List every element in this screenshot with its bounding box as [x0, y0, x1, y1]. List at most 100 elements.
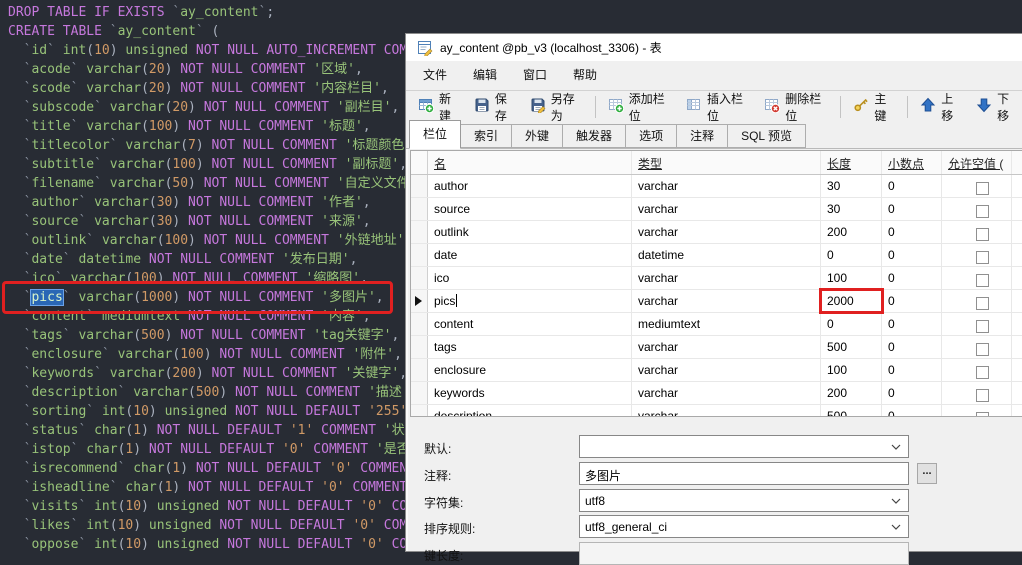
comment-input[interactable]: 多图片: [579, 462, 909, 485]
row-marker[interactable]: [411, 244, 428, 266]
table-row[interactable]: ico varchar 100 0: [411, 267, 1022, 290]
tab-triggers[interactable]: 触发器: [562, 124, 627, 148]
cell-name[interactable]: pics: [428, 290, 632, 312]
cell-length[interactable]: 30: [821, 175, 882, 197]
checkbox-allow-null[interactable]: [976, 366, 989, 379]
tab-options[interactable]: 选项: [625, 124, 678, 148]
cell-length[interactable]: 100: [821, 359, 882, 381]
cell-name[interactable]: date: [428, 244, 632, 266]
row-marker[interactable]: [411, 405, 428, 416]
insert-field-button[interactable]: 插入栏位: [679, 92, 757, 123]
tab-comment[interactable]: 注释: [676, 124, 729, 148]
save-as-button[interactable]: 另存为: [523, 92, 590, 123]
cell-type[interactable]: datetime: [632, 244, 821, 266]
cell-decimal[interactable]: 0: [882, 267, 942, 289]
delete-field-button[interactable]: 删除栏位: [757, 92, 835, 123]
row-marker[interactable]: [411, 336, 428, 358]
menu-item-help[interactable]: 帮助: [560, 61, 610, 90]
tab-sql-preview[interactable]: SQL 预览: [727, 124, 806, 148]
cell-type[interactable]: varchar: [632, 382, 821, 404]
column-header[interactable]: 类型: [632, 151, 821, 174]
cell-name[interactable]: ico: [428, 267, 632, 289]
cell-type[interactable]: mediumtext: [632, 313, 821, 335]
cell-decimal[interactable]: 0: [882, 244, 942, 266]
cell-type[interactable]: varchar: [632, 405, 821, 416]
table-row[interactable]: content mediumtext 0 0: [411, 313, 1022, 336]
row-marker[interactable]: [411, 175, 428, 197]
table-row[interactable]: tags varchar 500 0: [411, 336, 1022, 359]
table-row[interactable]: description varchar 500 0: [411, 405, 1022, 416]
checkbox-allow-null[interactable]: [976, 274, 989, 287]
cell-allow-null[interactable]: [942, 290, 1012, 312]
cell-decimal[interactable]: 0: [882, 221, 942, 243]
cell-allow-null[interactable]: [942, 221, 1012, 243]
row-marker[interactable]: [411, 198, 428, 220]
row-marker[interactable]: [411, 290, 428, 312]
collation-select[interactable]: utf8_general_ci: [579, 515, 909, 538]
cell-allow-null[interactable]: [942, 382, 1012, 404]
checkbox-allow-null[interactable]: [976, 320, 989, 333]
cell-length[interactable]: 200: [821, 382, 882, 404]
table-row[interactable]: enclosure varchar 100 0: [411, 359, 1022, 382]
cell-type[interactable]: varchar: [632, 221, 821, 243]
table-row[interactable]: date datetime 0 0: [411, 244, 1022, 267]
tab-fields[interactable]: 栏位: [409, 120, 462, 149]
cell-length[interactable]: 500: [821, 405, 882, 416]
table-row[interactable]: source varchar 30 0: [411, 198, 1022, 221]
cell-allow-null[interactable]: [942, 198, 1012, 220]
primary-key-button[interactable]: 主键: [846, 92, 902, 123]
row-marker[interactable]: [411, 359, 428, 381]
cell-name[interactable]: description: [428, 405, 632, 416]
cell-name[interactable]: source: [428, 198, 632, 220]
cell-decimal[interactable]: 0: [882, 359, 942, 381]
save-button[interactable]: 保存: [467, 92, 523, 123]
cell-allow-null[interactable]: [942, 359, 1012, 381]
table-row[interactable]: author varchar 30 0: [411, 175, 1022, 198]
cell-length[interactable]: 30: [821, 198, 882, 220]
row-marker[interactable]: [411, 221, 428, 243]
cell-length[interactable]: 200: [821, 221, 882, 243]
cell-length[interactable]: 0: [821, 244, 882, 266]
cell-decimal[interactable]: 0: [882, 313, 942, 335]
cell-type[interactable]: varchar: [632, 359, 821, 381]
cell-type[interactable]: varchar: [632, 198, 821, 220]
tab-indexes[interactable]: 索引: [460, 124, 513, 148]
menu-item-edit[interactable]: 编辑: [460, 61, 510, 90]
cell-decimal[interactable]: 0: [882, 175, 942, 197]
cell-name[interactable]: content: [428, 313, 632, 335]
table-row[interactable]: keywords varchar 200 0: [411, 382, 1022, 405]
key-length-input[interactable]: [579, 542, 909, 565]
charset-select[interactable]: utf8: [579, 489, 909, 512]
row-marker[interactable]: [411, 382, 428, 404]
cell-length[interactable]: 0: [821, 313, 882, 335]
table-row[interactable]: pics varchar 2000 0: [411, 288, 1022, 314]
tab-foreign-keys[interactable]: 外键: [511, 124, 564, 148]
cell-allow-null[interactable]: [942, 336, 1012, 358]
add-field-button[interactable]: 添加栏位: [601, 92, 679, 123]
cell-type[interactable]: varchar: [632, 175, 821, 197]
cell-decimal[interactable]: 0: [882, 336, 942, 358]
comment-more-button[interactable]: ...: [917, 463, 937, 484]
row-marker[interactable]: [411, 313, 428, 335]
cell-name[interactable]: enclosure: [428, 359, 632, 381]
checkbox-allow-null[interactable]: [976, 389, 989, 402]
cell-allow-null[interactable]: [942, 267, 1012, 289]
cell-type[interactable]: varchar: [632, 267, 821, 289]
cell-length[interactable]: 500: [821, 336, 882, 358]
new-button[interactable]: 新建: [411, 92, 467, 123]
checkbox-allow-null[interactable]: [976, 228, 989, 241]
cell-type[interactable]: varchar: [632, 336, 821, 358]
cell-allow-null[interactable]: [942, 175, 1012, 197]
column-header[interactable]: 允许空值 (: [942, 151, 1012, 174]
cell-type[interactable]: varchar: [632, 290, 821, 312]
checkbox-allow-null[interactable]: [976, 343, 989, 356]
cell-decimal[interactable]: 0: [882, 405, 942, 416]
move-down-button[interactable]: 下移: [969, 92, 1022, 123]
default-select[interactable]: [579, 435, 909, 458]
checkbox-allow-null[interactable]: [976, 182, 989, 195]
cell-name[interactable]: keywords: [428, 382, 632, 404]
cell-allow-null[interactable]: [942, 244, 1012, 266]
cell-name[interactable]: tags: [428, 336, 632, 358]
cell-decimal[interactable]: 0: [882, 198, 942, 220]
cell-decimal[interactable]: 0: [882, 382, 942, 404]
